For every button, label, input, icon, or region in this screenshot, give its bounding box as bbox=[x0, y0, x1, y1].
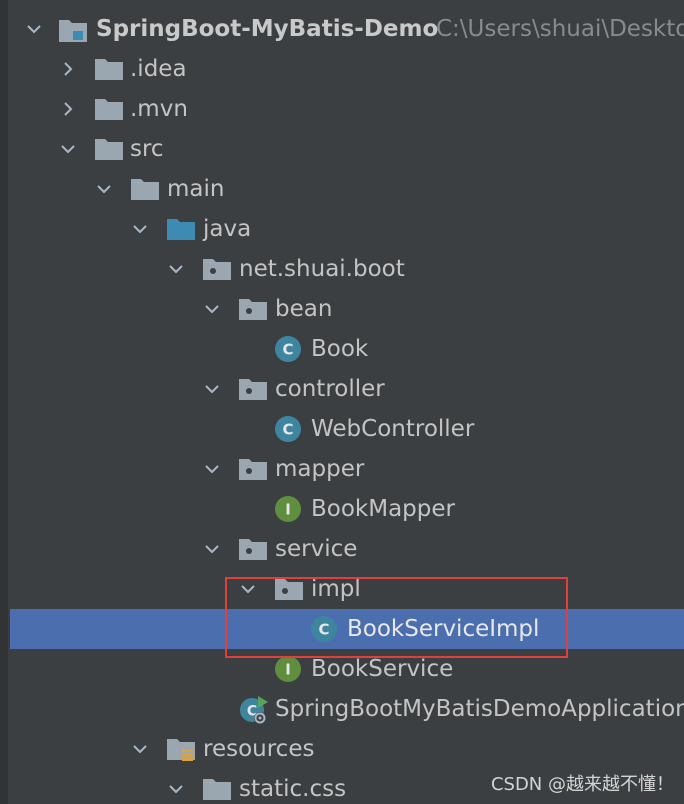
spring-boot-application-icon: C bbox=[240, 696, 268, 724]
source-folder-icon bbox=[167, 219, 195, 240]
tree-row-book-service-impl[interactable]: C BookServiceImpl bbox=[10, 609, 684, 649]
tree-row-java[interactable]: java bbox=[0, 209, 684, 249]
folder-icon bbox=[95, 139, 123, 160]
tree-item-label: java bbox=[203, 216, 252, 242]
tree-row-application[interactable]: C SpringBootMyBatisDemoApplication bbox=[0, 689, 684, 729]
chevron-down-icon[interactable] bbox=[60, 141, 76, 157]
tree-row-impl[interactable]: impl bbox=[0, 569, 684, 609]
package-icon bbox=[203, 259, 231, 280]
tree-item-label: BookMapper bbox=[311, 496, 455, 522]
interface-icon: I bbox=[275, 496, 301, 522]
tree-row-book-mapper[interactable]: I BookMapper bbox=[0, 489, 684, 529]
tree-row-mapper[interactable]: mapper bbox=[0, 449, 684, 489]
tree-item-label: static.css bbox=[239, 776, 347, 802]
resources-folder-icon bbox=[167, 739, 195, 761]
folder-icon bbox=[95, 99, 123, 120]
tree-item-label: .idea bbox=[130, 56, 187, 82]
chevron-down-icon[interactable] bbox=[204, 461, 220, 477]
svg-text:I: I bbox=[285, 661, 291, 679]
svg-text:C: C bbox=[282, 421, 293, 439]
tree-item-label: resources bbox=[203, 736, 315, 762]
chevron-down-icon[interactable] bbox=[96, 181, 112, 197]
chevron-down-icon[interactable] bbox=[132, 741, 148, 757]
tree-item-label: BookServiceImpl bbox=[347, 616, 540, 642]
watermark: CSDN @越来越不懂！ bbox=[490, 774, 674, 795]
tree-row-idea[interactable]: .idea bbox=[0, 49, 684, 89]
project-name: SpringBoot-MyBatis-Demo bbox=[96, 16, 439, 42]
tree-item-label: bean bbox=[275, 296, 333, 322]
tree-item-label: net.shuai.boot bbox=[239, 256, 405, 282]
tree-row-project-root[interactable]: SpringBoot-MyBatis-Demo C:\Users\shuai\D… bbox=[0, 9, 684, 49]
tree-row-bean[interactable]: bean bbox=[0, 289, 684, 329]
tree-row-controller[interactable]: controller bbox=[0, 369, 684, 409]
chevron-down-icon[interactable] bbox=[168, 261, 184, 277]
tree-item-label: .mvn bbox=[130, 96, 188, 122]
tree-row-main[interactable]: main bbox=[0, 169, 684, 209]
tree-item-label: WebController bbox=[311, 416, 475, 442]
project-path: C:\Users\shuai\Deskto bbox=[436, 16, 684, 42]
class-icon: C bbox=[275, 416, 301, 442]
chevron-down-icon[interactable] bbox=[204, 381, 220, 397]
tree-row-book[interactable]: C Book bbox=[0, 329, 684, 369]
chevron-right-icon[interactable] bbox=[60, 101, 76, 117]
package-icon bbox=[275, 579, 303, 600]
tree-item-label: impl bbox=[311, 576, 361, 602]
tree-item-label: src bbox=[130, 136, 164, 162]
chevron-down-icon[interactable] bbox=[204, 301, 220, 317]
folder-icon bbox=[95, 59, 123, 80]
project-folder-icon bbox=[59, 20, 87, 42]
tree-item-label: mapper bbox=[275, 456, 365, 482]
package-icon bbox=[239, 539, 267, 560]
folder-icon bbox=[131, 179, 159, 200]
chevron-down-icon[interactable] bbox=[26, 21, 42, 37]
svg-text:C: C bbox=[318, 621, 329, 639]
tree-item-label: BookService bbox=[311, 656, 454, 682]
chevron-down-icon[interactable] bbox=[132, 221, 148, 237]
tree-row-book-service[interactable]: I BookService bbox=[0, 649, 684, 689]
folder-icon bbox=[203, 779, 231, 800]
tree-row-package-root[interactable]: net.shuai.boot bbox=[0, 249, 684, 289]
tree-item-label: controller bbox=[275, 376, 385, 402]
svg-text:C: C bbox=[282, 341, 293, 359]
chevron-down-icon[interactable] bbox=[204, 541, 220, 557]
class-icon: C bbox=[311, 616, 337, 642]
chevron-down-icon[interactable] bbox=[240, 581, 256, 597]
tree-row-service[interactable]: service bbox=[0, 529, 684, 569]
tree-row-web-controller[interactable]: C WebController bbox=[0, 409, 684, 449]
tree-item-label: Book bbox=[311, 336, 369, 362]
tree-item-label: SpringBootMyBatisDemoApplication bbox=[275, 696, 684, 722]
tree-item-label: service bbox=[275, 536, 358, 562]
package-icon bbox=[239, 379, 267, 400]
tree-row-resources[interactable]: resources bbox=[0, 729, 684, 769]
class-icon: C bbox=[275, 336, 301, 362]
tree-row-mvn[interactable]: .mvn bbox=[0, 89, 684, 129]
svg-text:I: I bbox=[285, 501, 291, 519]
package-icon bbox=[239, 459, 267, 480]
tree-row-src[interactable]: src bbox=[0, 129, 684, 169]
chevron-right-icon[interactable] bbox=[60, 61, 76, 77]
interface-icon: I bbox=[275, 656, 301, 682]
chevron-down-icon[interactable] bbox=[168, 781, 184, 797]
tree-item-label: main bbox=[167, 176, 225, 202]
project-tree: SpringBoot-MyBatis-Demo C:\Users\shuai\D… bbox=[0, 0, 684, 804]
package-icon bbox=[239, 299, 267, 320]
